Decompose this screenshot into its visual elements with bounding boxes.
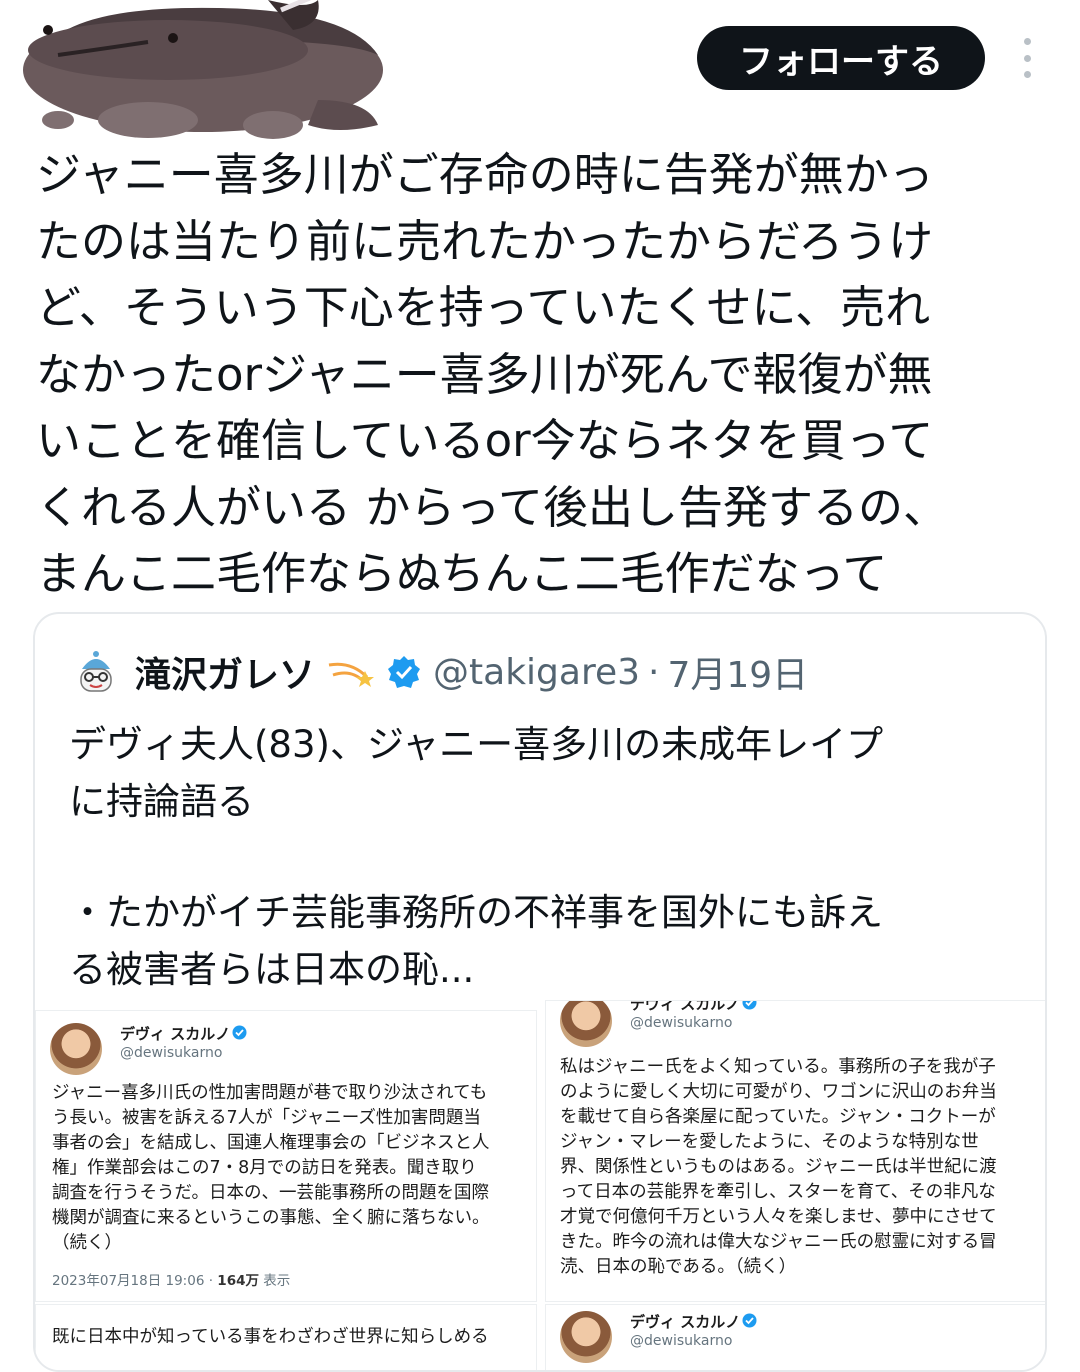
image-user-handle: @dewisukarno: [630, 1333, 733, 1349]
image-text-line: 才覚で何億何千万という人々を楽しませ、夢中にさせて: [560, 1207, 997, 1227]
verified-badge-icon: [742, 1313, 757, 1328]
image-text-line: 涜、日本の恥である。（続く）: [560, 1257, 797, 1277]
user-avatar[interactable]: [18, 0, 398, 140]
image-text-line: ジャニー喜多川氏の性加害問題が巷で取り沙汰されても: [52, 1083, 488, 1103]
tweet-line: ジャニー喜多川がご存命の時に告発が無かっ: [36, 148, 934, 201]
quoted-tweet-line: デヴィ夫人(83)、ジャニー喜多川の未成年レイプ: [69, 723, 884, 766]
tweet-line: ど、そういう下心を持っていたくせに、売れ: [36, 281, 931, 334]
separator-dot: ·: [648, 651, 660, 693]
image-user-name: デヴィ スカルノ: [630, 1000, 741, 1013]
image-text-line: 権」作業部会はこの7・8月での訪日を発表。聞き取り: [52, 1158, 477, 1178]
quoted-tweet-line: る被害者らは日本の恥...: [69, 948, 475, 991]
quoted-tweet-header: 滝沢ガレソ @takigare3 · 7月19日: [69, 642, 1029, 702]
tweet-line: たのは当たり前に売れたかったからだろうけ: [36, 214, 934, 268]
quoted-user-handle[interactable]: @takigare3: [433, 652, 640, 693]
image-avatar: [560, 1311, 612, 1363]
image-text-line: う長い。被害を訴える7人が「ジャニーズ性加害問題当: [52, 1108, 481, 1128]
image-user-handle: @dewisukarno: [630, 1015, 733, 1031]
follow-button[interactable]: フォローする: [697, 26, 985, 90]
attached-image-3[interactable]: 既に日本中が知っている事をわざわざ世界に知らしめる: [35, 1304, 537, 1370]
image-views-label: 表示: [263, 1273, 291, 1289]
tweet-line: いことを確信しているor今ならネタを買って: [36, 414, 934, 467]
image-text-line: 事者の会」を結成し、国連人権理事会の「ビジネスと人: [52, 1133, 490, 1153]
image-text: 私はジャニー氏をよく知っている。事務所の子を我が子 のように愛しく大切に可愛がり…: [560, 1055, 997, 1280]
tweet-line: なかったorジャニー喜多川が死んで報復が無: [36, 347, 933, 401]
image-avatar: [50, 1023, 102, 1075]
image-text-line: を載せて自ら各楽屋に配っていた。ジャン・コクトーが: [560, 1107, 996, 1127]
image-text-line: ジャン・マレーを愛したように、そのような特別な世: [560, 1132, 979, 1152]
attached-image-4[interactable]: デヴィ スカルノ @dewisukarno: [545, 1304, 1045, 1370]
quoted-tweet-line: ・たかがイチ芸能事務所の不祥事を国外にも訴え: [69, 891, 883, 934]
quoted-tweet-line: に持論語る: [69, 780, 254, 823]
image-text-line: のように愛しく大切に可愛がり、ワゴンに沢山のお弁当: [560, 1082, 997, 1102]
verified-badge-icon: [388, 656, 421, 688]
quoted-tweet-date[interactable]: 7月19日: [667, 646, 808, 698]
image-user-name: デヴィ スカルノ: [630, 1313, 741, 1331]
verified-badge-icon: [742, 1001, 757, 1010]
image-avatar: [560, 1001, 612, 1047]
image-views-count: 164万: [217, 1273, 259, 1289]
quoted-tweet-card[interactable]: 滝沢ガレソ @takigare3 · 7月19日 デヴィ夫人(83)、ジャニー喜…: [33, 612, 1047, 1372]
image-user-handle: @dewisukarno: [120, 1045, 223, 1061]
image-text: ジャニー喜多川氏の性加害問題が巷で取り沙汰されても う長い。被害を訴える7人が「…: [52, 1081, 490, 1256]
image-text-line: 私はジャニー氏をよく知っている。事務所の子を我が子: [560, 1057, 996, 1077]
image-text-line: きた。昨今の流れは偉大なジャニー氏の慰霊に対する冒: [560, 1232, 997, 1252]
tweet-text: ジャニー喜多川がご存命の時に告発が無かっ たのは当たり前に売れたかったからだろう…: [36, 142, 1036, 608]
image-text-line: 機関が調査に来るというこの事態、全く腑に落ちない。: [52, 1208, 490, 1228]
attached-image-1[interactable]: デヴィ スカルノ @dewisukarno ジャニー喜多川氏の性加害問題が巷で取…: [35, 1010, 537, 1302]
image-text-line: （続く）: [52, 1233, 122, 1253]
image-text: 既に日本中が知っている事をわざわざ世界に知らしめる: [52, 1325, 489, 1350]
image-text-line: 界、関係性というものはある。ジャニー氏は半世紀に渡: [560, 1157, 997, 1177]
attached-image-2[interactable]: デヴィ スカルノ @dewisukarno 私はジャニー氏をよく知っている。事務…: [545, 1000, 1045, 1302]
image-text-line: って日本の芸能界を牽引し、スターを育て、その非凡な: [560, 1182, 996, 1202]
image-user-name: デヴィ スカルノ: [120, 1025, 231, 1043]
tweet-line: まんこ二毛作ならぬちんこ二毛作だなって: [36, 547, 888, 600]
image-text-line: 調査を行うそうだ。日本の、一芸能事務所の問題を国際: [52, 1183, 489, 1203]
comet-emoji-icon: [328, 662, 375, 687]
more-options-icon[interactable]: [1012, 38, 1042, 78]
verified-badge-icon: [232, 1025, 247, 1040]
image-date: 2023年07月18日 19:06 ·: [52, 1273, 213, 1289]
quoted-user-name[interactable]: 滝沢ガレソ: [135, 646, 315, 698]
quoted-user-avatar[interactable]: [69, 645, 123, 699]
tweet-line: くれる人がいる からって後出し告発するの、: [36, 480, 949, 534]
image-timestamp: 2023年07月18日 19:06 · 164万 表示: [52, 1269, 290, 1289]
image-text-line: 既に日本中が知っている事をわざわざ世界に知らしめる: [52, 1327, 489, 1347]
